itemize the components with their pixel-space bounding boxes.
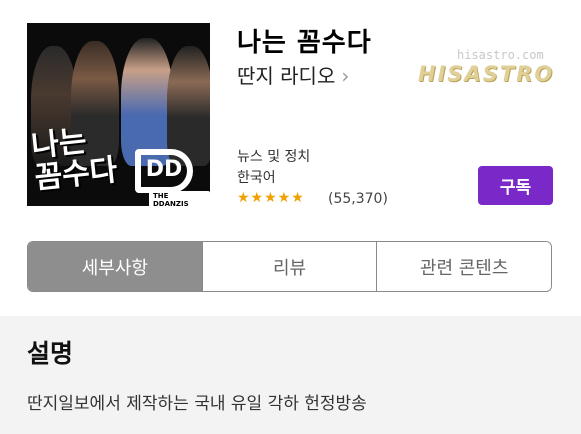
artwork-title-line2: 꼼수다	[33, 152, 120, 197]
tab-details[interactable]: 세부사항	[28, 242, 202, 291]
host-figure	[121, 38, 173, 166]
publisher-name: 딴지 라디오	[237, 64, 336, 88]
rating-count: (55,370)	[328, 191, 388, 207]
star-rating-icon: ★★★★★	[237, 190, 305, 206]
segmented-tabs: 세부사항 리뷰 관련 콘텐츠	[27, 241, 552, 292]
artwork-title: 나는 꼼수다	[30, 123, 120, 197]
chevron-right-icon: ›	[341, 64, 350, 88]
ddanzis-logo: DD	[135, 149, 193, 193]
description-section	[0, 316, 581, 434]
publisher-link[interactable]: 딴지 라디오 ›	[237, 60, 349, 89]
tab-related[interactable]: 관련 콘텐츠	[376, 242, 551, 291]
tab-reviews[interactable]: 리뷰	[201, 242, 377, 291]
host-figure	[167, 46, 210, 166]
description-text: 딴지일보에서 제작하는 국내 유일 각하 헌정방송	[27, 394, 367, 414]
category-label: 뉴스 및 정치	[237, 149, 311, 165]
description-heading: 설명	[27, 339, 74, 368]
watermark-logo: HISASTRO	[418, 62, 555, 86]
language-label: 한국어	[237, 170, 276, 186]
podcast-artwork: 나는 꼼수다 DD THE DDANZIS	[27, 23, 210, 206]
subscribe-button[interactable]: 구독	[478, 166, 553, 205]
podcast-title: 나는 꼼수다	[237, 28, 372, 58]
ddanzis-logo-tag: THE DDANZIS	[149, 191, 210, 206]
watermark-url: hisastro.com	[457, 48, 544, 62]
